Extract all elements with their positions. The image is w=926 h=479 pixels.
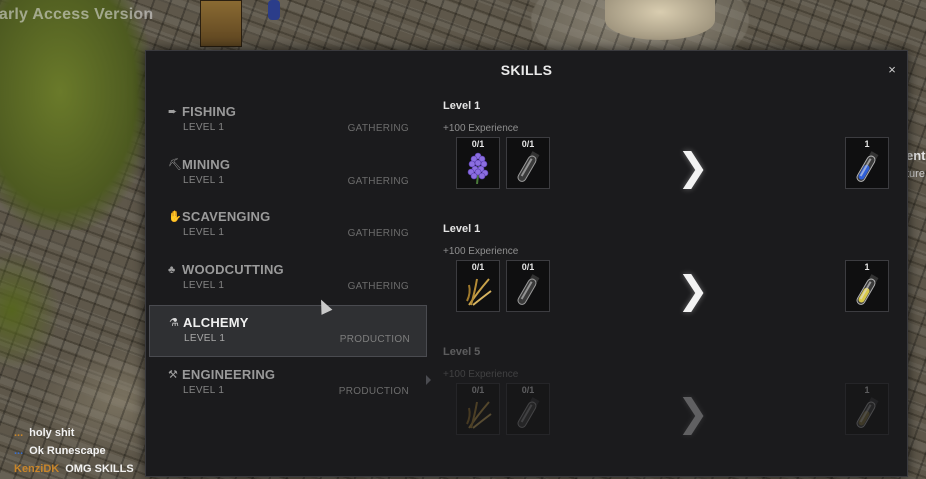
chat-text: OMG SKILLS	[65, 463, 134, 475]
skill-name: MINING	[182, 156, 231, 172]
skill-level: LEVEL 1	[183, 384, 225, 396]
glove-icon: ✋	[168, 211, 182, 223]
skill-name: WOODCUTTING	[182, 261, 284, 277]
recipe-list: Level 1 +100 Experience 0/1 0/1 ❯ 1 Leve…	[429, 91, 907, 476]
early-access-watermark: Early Access Version	[0, 6, 154, 23]
ingredient-slot-empty-vial[interactable]: 0/1	[506, 137, 550, 189]
output-count: 1	[864, 385, 870, 395]
skill-category: GATHERING	[347, 280, 409, 292]
recipe-experience: +100 Experience	[443, 369, 519, 380]
craft-arrow-icon[interactable]: ❯	[677, 271, 709, 309]
fish-icon: ➨	[168, 106, 178, 118]
ingredient-slot-wheat[interactable]: 0/1	[456, 383, 500, 435]
tree-icon: ♣	[168, 263, 176, 276]
skill-category: PRODUCTION	[339, 334, 410, 345]
skill-name: ALCHEMY	[183, 315, 249, 330]
skill-level: LEVEL 1	[183, 279, 225, 291]
stream-chat: ... holy shit... Ok Runescape KenziDK OMG SK…	[14, 424, 134, 478]
npc-subtitle-label: ture	[906, 168, 925, 180]
chat-text: holy shit	[29, 427, 75, 439]
skill-item-engineering[interactable]: ⚒ ENGINEERING LEVEL 1 PRODUCTION	[149, 358, 425, 408]
skill-name: ENGINEERING	[182, 366, 276, 382]
fountain-stone	[605, 0, 715, 40]
ingredient-count: 0/1	[471, 139, 485, 149]
skills-window: SKILLS × ➨ FISHING LEVEL 1 GATHERING ⛏ MI…	[145, 50, 908, 477]
skill-item-fishing[interactable]: ➨ FISHING LEVEL 1 GATHERING	[149, 95, 425, 145]
skill-category: GATHERING	[347, 123, 409, 134]
chat-text: Ok Runescape	[29, 445, 106, 457]
skill-category: GATHERING	[347, 228, 409, 239]
recipe-experience: +100 Experience	[443, 246, 519, 257]
chat-message: ... Ok Runescape	[14, 442, 134, 460]
flask-icon: ⚗	[169, 317, 179, 329]
recipe-level: Level 1	[443, 223, 481, 235]
recipe-row[interactable]: Level 1 +100 Experience 0/1 0/1 ❯ 1	[441, 100, 891, 210]
recipe-row[interactable]: Level 1 +100 Experience 0/1 0/1 ❯ 1	[441, 223, 891, 333]
skill-category: PRODUCTION	[338, 385, 409, 397]
close-icon[interactable]: ×	[885, 63, 899, 77]
ingredient-slot-lavender[interactable]: 0/1	[456, 137, 500, 189]
ingredient-slot-wheat[interactable]: 0/1	[456, 260, 500, 312]
chat-message: ... holy shit	[14, 424, 134, 442]
skill-level: LEVEL 1	[183, 174, 225, 186]
wooden-crate	[200, 0, 242, 47]
skill-name: SCAVENGING	[182, 209, 271, 224]
skill-category: GATHERING	[347, 175, 409, 187]
skill-item-woodcutting[interactable]: ♣ WOODCUTTING LEVEL 1 GATHERING	[149, 253, 425, 303]
pickaxe-icon: ⛏	[168, 158, 182, 171]
ingredient-count: 0/1	[471, 385, 485, 395]
chat-username: ...	[14, 445, 24, 457]
output-slot-yellow-potion[interactable]: 1	[845, 260, 889, 312]
grass-patch	[0, 250, 60, 370]
skill-list: ➨ FISHING LEVEL 1 GATHERING ⛏ MINING LEVE…	[146, 91, 429, 476]
chat-message: KenziDK OMG SKILLS	[14, 460, 134, 478]
window-title: SKILLS	[500, 62, 553, 78]
recipe-experience: +100 Experience	[443, 123, 519, 134]
ingredient-count: 0/1	[521, 385, 535, 395]
ingredient-slot-empty-vial[interactable]: 0/1	[506, 260, 550, 312]
skill-level: LEVEL 1	[183, 122, 225, 133]
chat-username: KenziDK	[14, 463, 60, 475]
grass-patch	[0, 0, 150, 230]
skill-item-mining[interactable]: ⛏ MINING LEVEL 1 GATHERING	[149, 148, 425, 198]
output-count: 1	[864, 139, 870, 149]
npc-name-label: ent	[906, 148, 926, 163]
recipe-level: Level 5	[443, 346, 481, 358]
skill-item-alchemy[interactable]: ⚗ ALCHEMY LEVEL 1 PRODUCTION	[149, 305, 427, 357]
ingredient-count: 0/1	[521, 262, 535, 272]
craft-arrow-icon[interactable]: ❯	[677, 148, 709, 186]
recipe-row: Level 5 +100 Experience 0/1 0/1 ❯ 1	[441, 346, 891, 456]
output-slot-potion[interactable]: 1	[845, 383, 889, 435]
craft-arrow-icon[interactable]: ❯	[677, 394, 709, 432]
skill-item-scavenging[interactable]: ✋ SCAVENGING LEVEL 1 GATHERING	[149, 200, 425, 250]
ingredient-slot-empty-vial[interactable]: 0/1	[506, 383, 550, 435]
ingredient-count: 0/1	[521, 139, 535, 149]
recipe-level: Level 1	[443, 100, 481, 112]
skill-level: LEVEL 1	[183, 227, 225, 238]
hammer-icon: ⚒	[168, 368, 178, 381]
player-character	[268, 0, 280, 20]
chat-username: ...	[14, 427, 24, 439]
output-count: 1	[864, 262, 870, 272]
skills-window-header: SKILLS ×	[146, 51, 907, 89]
output-slot-blue-potion[interactable]: 1	[845, 137, 889, 189]
ingredient-count: 0/1	[471, 262, 485, 272]
skill-level: LEVEL 1	[184, 333, 226, 344]
skill-name: FISHING	[182, 104, 237, 119]
